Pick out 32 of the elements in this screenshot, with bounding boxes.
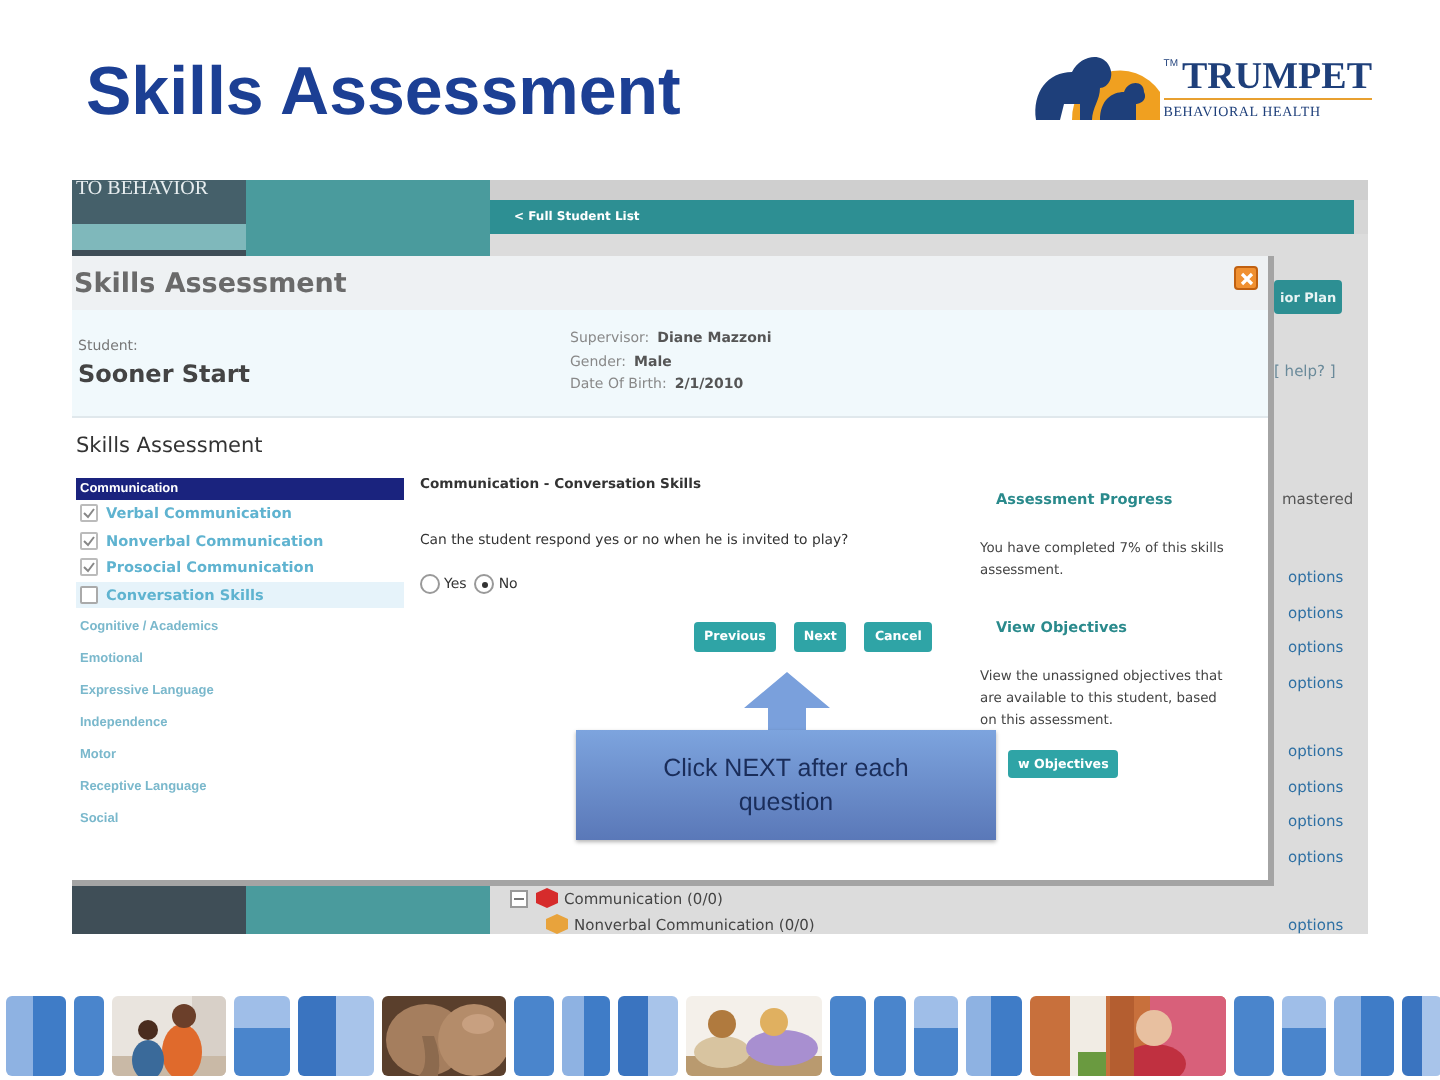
tile (1402, 996, 1440, 1076)
close-icon (1239, 271, 1253, 285)
checkbox[interactable] (80, 558, 98, 577)
tile (1282, 996, 1326, 1076)
close-button[interactable] (1234, 266, 1258, 290)
tile (1234, 996, 1274, 1076)
callout-arrow (744, 672, 830, 732)
tile (298, 996, 374, 1076)
tile (74, 996, 104, 1076)
tile (966, 996, 1022, 1076)
radio-button[interactable] (474, 574, 495, 594)
tile (234, 996, 290, 1076)
collapse-icon[interactable] (510, 889, 528, 907)
dialog-title: Skills Assessment (74, 267, 347, 299)
radio-button[interactable] (420, 574, 440, 594)
checkbox[interactable] (80, 531, 98, 550)
tile (618, 996, 678, 1076)
student-name: Sooner Start (78, 360, 253, 388)
brand-text: TO BEHAVIOR (74, 180, 209, 200)
tile (874, 996, 906, 1076)
section-title: Skills Assessment (76, 434, 265, 462)
checkbox[interactable] (80, 504, 98, 523)
tile (514, 996, 554, 1076)
checkbox[interactable] (80, 585, 98, 604)
tile (562, 996, 610, 1076)
tile (6, 996, 66, 1076)
callout-text: Click NEXT after each question (661, 751, 911, 819)
tile (1334, 996, 1394, 1076)
logo-name: TRUMPET (1182, 58, 1372, 98)
slide-title: Skills Assessment (86, 52, 681, 132)
tile (830, 996, 866, 1076)
tile (914, 996, 958, 1076)
